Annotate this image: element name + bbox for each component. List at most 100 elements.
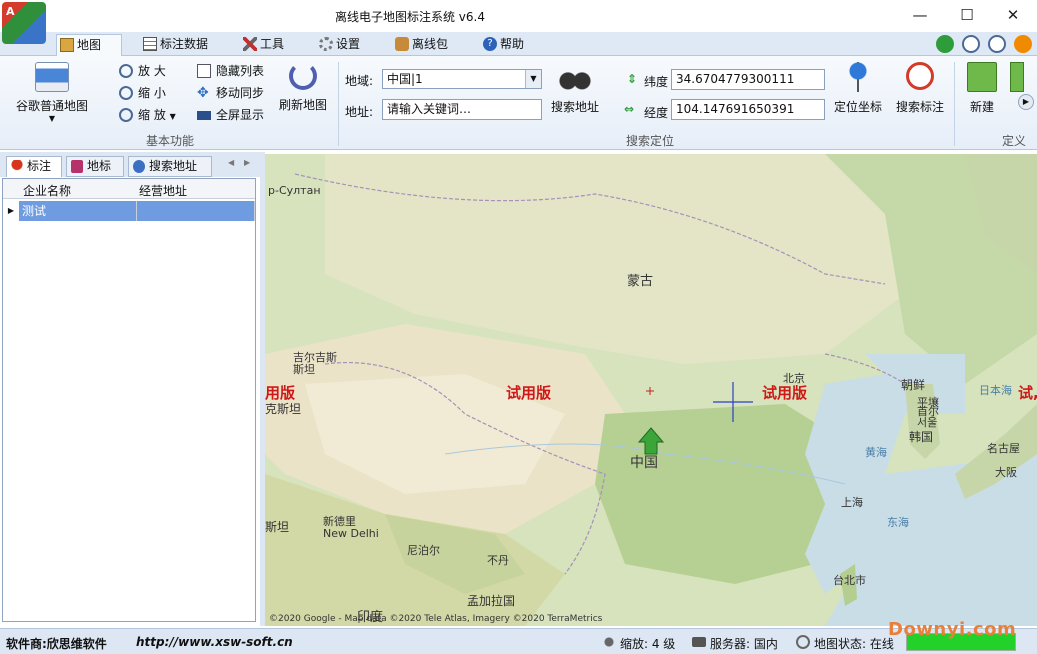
latitude-label: 纬度 xyxy=(644,75,669,89)
latitude-input[interactable]: 34.6704779300111 xyxy=(671,69,825,90)
tab-help-label: 帮助 xyxy=(500,37,525,51)
window-title: 离线电子地图标注系统 v6.4 xyxy=(334,10,485,24)
zoom-status-icon xyxy=(602,635,616,649)
refresh-icon xyxy=(289,62,317,90)
longitude-input[interactable]: 104.147691650391 xyxy=(671,99,825,120)
search-address-label: 搜索地址 xyxy=(550,100,599,114)
minimize-button[interactable]: — xyxy=(900,4,940,28)
zoom-out-quick-icon[interactable] xyxy=(988,35,1006,53)
map-label-japan-sea: 日本海 xyxy=(979,384,1012,397)
tab-offline-pack-label: 离线包 xyxy=(412,37,449,51)
panel-tab-search-address[interactable]: 搜索地址 xyxy=(128,156,212,177)
search-mark-button[interactable]: 搜索标注 xyxy=(892,62,948,115)
map-type-dropdown[interactable]: 谷歌普通地图 ▼ xyxy=(10,62,94,123)
map-label-mongolia: 蒙古 xyxy=(627,274,654,289)
grid-header: 企业名称 经营地址 xyxy=(3,179,255,199)
tools-icon xyxy=(243,37,257,51)
ribbon-separator xyxy=(954,62,955,146)
tab-scroll-right-icon[interactable]: ▶ xyxy=(244,158,250,167)
search-mark-label: 搜索标注 xyxy=(895,100,944,114)
help-icon: ? xyxy=(483,37,497,51)
zoom-dropdown[interactable]: 缩 放 ▼ xyxy=(118,106,176,124)
tab-scroll-left-icon[interactable]: ◀ xyxy=(228,158,234,167)
zoom-in-button[interactable]: 放 大 xyxy=(118,62,166,80)
map-view[interactable]: р-Султан 蒙古 中国 北京 朝鲜 平壤 首尔 서울 韩国 黄海 东海 日… xyxy=(265,154,1037,626)
lat-arrow-icon: ⇕ xyxy=(627,72,638,86)
list-icon xyxy=(197,64,211,78)
binoculars-icon xyxy=(559,64,591,90)
title-bar: 离线电子地图标注系统 v6.4 — ☐ ✕ xyxy=(0,0,1037,32)
cell-business-address[interactable] xyxy=(137,201,255,221)
new-button[interactable]: 新建 xyxy=(962,62,1002,115)
locate-coordinate-label: 定位坐标 xyxy=(833,100,882,114)
panel-tab-landmarks[interactable]: 地标 xyxy=(66,156,124,177)
locate-coordinate-button[interactable]: 定位坐标 xyxy=(830,62,886,115)
refresh-quick-icon[interactable] xyxy=(936,35,954,53)
trial-watermark: 试用版 xyxy=(762,384,808,402)
cell-company-name[interactable]: 测试 xyxy=(19,201,137,221)
zoom-out-icon xyxy=(119,86,133,100)
table-row[interactable]: ▶ 测试 xyxy=(3,201,255,221)
hide-list-button[interactable]: 隐藏列表 xyxy=(196,62,264,80)
tab-help[interactable]: ? 帮助 xyxy=(480,34,540,56)
move-icon: ✥ xyxy=(197,85,209,101)
map-label-china: 中国 xyxy=(630,455,658,471)
fullscreen-icon xyxy=(197,111,211,120)
app-window: 离线电子地图标注系统 v6.4 — ☐ ✕ A 地图 标注数据 工具 设置 离线… xyxy=(0,0,1037,654)
zoom-out-label: 缩 小 xyxy=(138,86,166,100)
mark-list-grid: 企业名称 经营地址 ▶ 测试 xyxy=(2,178,256,622)
tab-settings[interactable]: 设置 xyxy=(316,34,376,56)
group-label-basic: 基本功能 xyxy=(145,134,194,148)
info-quick-icon[interactable] xyxy=(1014,35,1032,53)
app-logo-icon[interactable]: A xyxy=(2,2,46,44)
chevron-down-icon[interactable]: ▼ xyxy=(525,70,541,88)
package-icon xyxy=(395,37,409,51)
tab-mark-data-label: 标注数据 xyxy=(160,37,209,51)
close-button[interactable]: ✕ xyxy=(993,4,1033,28)
panel-tab-marks[interactable]: 标注 xyxy=(6,156,62,177)
tab-offline-pack[interactable]: 离线包 xyxy=(392,34,464,56)
trial-watermark: 用版 xyxy=(265,384,296,402)
column-header-address[interactable]: 经营地址 xyxy=(139,182,187,199)
tab-mark-data[interactable]: 标注数据 xyxy=(140,34,224,56)
maximize-button[interactable]: ☐ xyxy=(947,4,987,28)
ribbon-tab-row: 地图 标注数据 工具 设置 离线包 ? 帮助 xyxy=(0,32,1037,57)
zoom-out-button[interactable]: 缩 小 xyxy=(118,84,166,102)
ribbon-scroll-right-icon[interactable]: ▶ xyxy=(1018,94,1034,110)
region-label: 地域: xyxy=(345,74,374,88)
map-label-nepal: 尼泊尔 xyxy=(407,544,440,557)
map-label-yellow-sea: 黄海 xyxy=(865,446,887,459)
search-address-button[interactable]: 搜索地址 xyxy=(548,64,602,115)
more-ribbon-button[interactable] xyxy=(1010,62,1024,92)
map-label-taipei: 台北市 xyxy=(833,574,866,587)
row-indicator-icon: ▶ xyxy=(7,206,15,215)
refresh-map-button[interactable]: 刷新地图 xyxy=(276,62,330,113)
map-label-kyrgyzstan: 吉尔吉斯 斯坦 xyxy=(293,351,337,376)
panel-tab-landmarks-label: 地标 xyxy=(87,159,112,173)
region-select[interactable]: 中国|1 ▼ xyxy=(382,69,542,89)
tab-map[interactable]: 地图 xyxy=(56,34,122,57)
longitude-label: 经度 xyxy=(644,106,669,120)
zoom-label: 缩 放 xyxy=(138,108,166,122)
lng-arrow-icon: ⇔ xyxy=(624,102,635,116)
panel-tab-marks-label: 标注 xyxy=(27,159,52,173)
address-input[interactable]: 请输入关键词… xyxy=(382,99,542,120)
map-label-seoul: 首尔 서울 xyxy=(917,405,939,429)
zoom-in-quick-icon[interactable] xyxy=(962,35,980,53)
status-url[interactable]: http://www.xsw-soft.cn xyxy=(136,635,293,649)
map-label-bangladesh: 孟加拉国 xyxy=(467,594,516,608)
tab-settings-label: 设置 xyxy=(336,37,361,51)
map-label-nur-sultan: р-Султан xyxy=(268,184,321,197)
move-sync-button[interactable]: ✥ 移动同步 xyxy=(196,84,264,102)
table-icon xyxy=(143,37,157,51)
address-label: 地址: xyxy=(345,105,374,119)
panel-tab-row: 标注 地标 搜索地址 ◀ ▶ xyxy=(0,152,265,177)
refresh-map-label: 刷新地图 xyxy=(278,98,327,112)
settings-icon xyxy=(319,37,333,51)
tab-tools[interactable]: 工具 xyxy=(240,34,300,56)
move-sync-label: 移动同步 xyxy=(216,86,265,100)
chevron-down-icon: ▼ xyxy=(169,112,176,121)
map-label-new-delhi: 新德里 New Delhi xyxy=(323,515,379,540)
column-header-name[interactable]: 企业名称 xyxy=(23,182,71,199)
fullscreen-button[interactable]: 全屏显示 xyxy=(196,106,264,124)
